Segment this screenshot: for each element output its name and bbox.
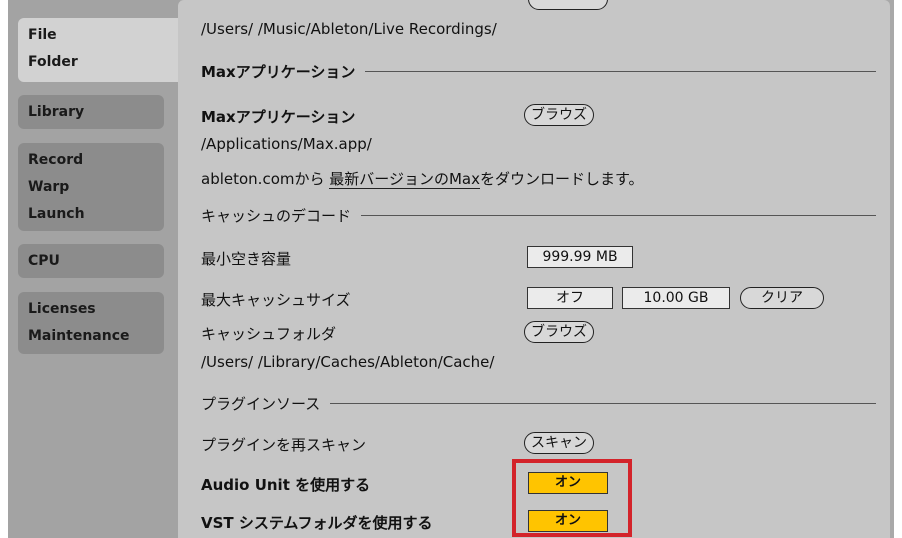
sidebar-item-cpu[interactable]: CPU <box>28 248 164 275</box>
audio-unit-label: Audio Unit を使用する <box>201 476 371 494</box>
max-cache-size-toggle[interactable]: オフ <box>527 287 613 309</box>
section-divider <box>365 71 876 72</box>
vst-system-folder-label: VST システムフォルダを使用する <box>201 514 433 532</box>
sidebar-item-folder[interactable]: Folder <box>28 49 182 76</box>
sidebar-item-launch[interactable]: Launch <box>28 201 164 228</box>
cache-folder-path: /Users/ /Library/Caches/Ableton/Cache/ <box>201 353 495 371</box>
cache-folder-browse-button[interactable]: ブラウズ <box>524 321 594 343</box>
plugin-rescan-label: プラグインを再スキャン <box>201 436 367 454</box>
cache-clear-button[interactable]: クリア <box>740 287 824 309</box>
min-free-space-field[interactable]: 999.99 MB <box>527 246 633 268</box>
sidebar-item-maintenance[interactable]: Maintenance <box>28 323 164 350</box>
cache-section-header: キャッシュのデコード <box>201 205 876 226</box>
max-download-text: ableton.comから 最新バージョンのMaxをダウンロードします。 <box>201 168 644 189</box>
max-section-header: Maxアプリケーション <box>201 61 876 82</box>
sidebar-item-library[interactable]: Library <box>28 99 164 126</box>
sidebar-item-warp[interactable]: Warp <box>28 174 164 201</box>
recording-folder-browse-button[interactable] <box>528 0 608 10</box>
cache-section-title: キャッシュのデコード <box>201 207 352 225</box>
section-divider <box>361 215 876 216</box>
max-application-path: /Applications/Max.app/ <box>201 135 372 153</box>
sidebar-group-licenses: Licenses Maintenance <box>18 292 164 354</box>
highlight-box <box>512 459 632 537</box>
recording-folder-path: /Users/ /Music/Ableton/Live Recordings/ <box>201 20 497 38</box>
plugin-section-header: プラグインソース <box>201 393 876 414</box>
cache-folder-label: キャッシュフォルダ <box>201 325 337 343</box>
max-download-link[interactable]: 最新バージョンのMax <box>329 170 480 189</box>
plugin-section-title: プラグインソース <box>201 395 321 413</box>
sidebar-item-file[interactable]: File <box>28 22 182 49</box>
max-cache-size-field[interactable]: 10.00 GB <box>622 287 730 309</box>
sidebar-group-library: Library <box>18 95 164 129</box>
preferences-window: File Folder Library Record Warp Launch C… <box>8 0 894 538</box>
max-section-title: Maxアプリケーション <box>201 63 356 81</box>
sidebar-group-record: Record Warp Launch <box>18 143 164 231</box>
max-cache-size-label: 最大キャッシュサイズ <box>201 291 351 309</box>
sidebar-item-licenses[interactable]: Licenses <box>28 296 164 323</box>
sidebar-group-cpu: CPU <box>18 244 164 278</box>
preferences-content-panel: /Users/ /Music/Ableton/Live Recordings/ … <box>178 0 890 538</box>
plugin-rescan-button[interactable]: スキャン <box>524 432 594 454</box>
max-browse-button[interactable]: ブラウズ <box>524 104 594 126</box>
section-divider <box>330 403 876 404</box>
min-free-space-label: 最小空き容量 <box>201 250 292 268</box>
preferences-sidebar: File Folder Library Record Warp Launch C… <box>8 0 182 538</box>
max-download-suffix: をダウンロードします。 <box>479 170 644 188</box>
sidebar-group-file-folder: File Folder <box>18 18 182 82</box>
max-download-prefix: ableton.comから <box>201 170 325 188</box>
max-application-label: Maxアプリケーション <box>201 108 356 126</box>
sidebar-item-record[interactable]: Record <box>28 147 164 174</box>
